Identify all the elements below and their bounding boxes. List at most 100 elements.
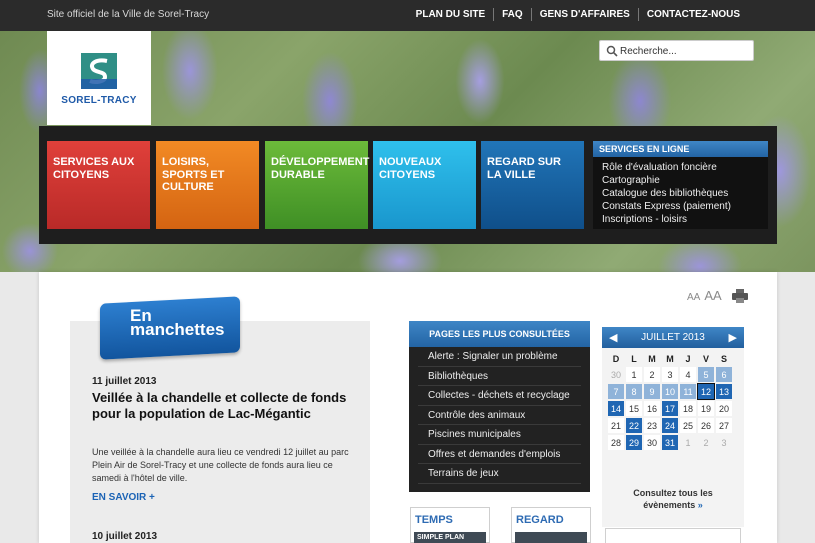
publication-title: TEMPS: [415, 514, 453, 526]
calendar-day[interactable]: 19: [698, 401, 714, 416]
menu-tile-sustainable[interactable]: DÉVELOPPEMENT DURABLE: [265, 141, 369, 229]
popular-page-link[interactable]: Collectes - déchets et recyclage: [418, 386, 581, 406]
publication-banner: SIMPLE PLAN: [414, 532, 486, 543]
online-service-link[interactable]: Rôle d'évaluation foncière: [602, 161, 759, 174]
calendar-day[interactable]: 22: [626, 418, 642, 433]
calendar-day[interactable]: 20: [716, 401, 732, 416]
publication-banner: [515, 532, 587, 543]
calendar-day[interactable]: 2: [644, 367, 660, 382]
online-services-panel: SERVICES EN LIGNE Rôle d'évaluation fonc…: [593, 141, 768, 229]
calendar-day[interactable]: 29: [626, 435, 642, 450]
calendar-day[interactable]: 13: [716, 384, 732, 399]
calendar-grid: D L M M J V S 30 1 2 3 4 5 6 7 8 9 10 11…: [606, 350, 734, 452]
site-logo[interactable]: SOREL-TRACY: [47, 31, 151, 125]
weekday-label: M: [648, 353, 656, 364]
news-date: 10 juillet 2013: [92, 531, 158, 542]
search-icon: [606, 45, 618, 57]
popular-page-link[interactable]: Offres et demandes d'emplois: [418, 445, 581, 464]
calendar-day[interactable]: 9: [644, 384, 660, 399]
calendar-day[interactable]: 5: [698, 367, 714, 382]
news-headline[interactable]: Veillée à la chandelle et collecte de fo…: [92, 390, 352, 422]
news-summary: Une veillée à la chandelle aura lieu ce …: [92, 447, 349, 483]
calendar-day[interactable]: 14: [608, 401, 624, 416]
calendar-day[interactable]: 24: [662, 418, 678, 433]
online-service-link[interactable]: Catalogue des bibliothèques: [602, 187, 759, 200]
calendar-next-icon[interactable]: ▶: [729, 331, 737, 344]
menu-tile-city-view[interactable]: REGARD SUR LA VILLE: [481, 141, 584, 229]
nav-business[interactable]: GENS D'AFFAIRES: [530, 8, 638, 21]
logo-icon: [81, 53, 117, 89]
calendar-day[interactable]: 4: [680, 367, 696, 382]
calendar-day[interactable]: 7: [608, 384, 624, 399]
publication-thumbnail-regard[interactable]: REGARD: [511, 507, 591, 543]
online-service-link[interactable]: Inscriptions - loisirs: [602, 213, 759, 226]
calendar-day-today[interactable]: 12: [697, 383, 715, 400]
nav-faq[interactable]: FAQ: [493, 8, 531, 21]
online-service-link[interactable]: Cartographie: [602, 174, 759, 187]
weekday-label: V: [702, 353, 709, 364]
page-tools: AA AA: [687, 288, 748, 303]
sidebar-widget: [605, 528, 741, 543]
events-calendar: ◀ JUILLET 2013 ▶ D L M M J V S 30 1 2 3 …: [602, 327, 744, 527]
logo-text: SOREL-TRACY: [61, 95, 137, 106]
weekday-label: J: [685, 353, 691, 364]
all-events-line2: évènements: [643, 500, 696, 510]
calendar-day[interactable]: 30: [644, 435, 660, 450]
nav-site-map[interactable]: PLAN DU SITE: [408, 8, 493, 21]
calendar-day[interactable]: 31: [662, 435, 678, 450]
calendar-day[interactable]: 10: [662, 384, 678, 399]
popular-page-link[interactable]: Contrôle des animaux: [418, 406, 581, 425]
read-more-link[interactable]: EN SAVOIR +: [92, 492, 155, 503]
menu-tile-citizens-services[interactable]: SERVICES AUX CITOYENS: [47, 141, 150, 229]
calendar-day: 1: [680, 435, 696, 450]
calendar-day[interactable]: 11: [680, 384, 696, 399]
text-size-small-button[interactable]: AA: [687, 292, 700, 303]
calendar-day[interactable]: 8: [626, 384, 642, 399]
calendar-day[interactable]: 25: [680, 418, 696, 433]
popular-page-link[interactable]: Alerte : Signaler un problème: [418, 347, 581, 367]
calendar-day[interactable]: 1: [626, 367, 642, 382]
search-box[interactable]: [599, 40, 754, 61]
online-service-link[interactable]: Constats Express (paiement): [602, 200, 759, 213]
menu-tile-leisure[interactable]: LOISIRS, SPORTS ET CULTURE: [156, 141, 259, 229]
top-nav: PLAN DU SITE FAQ GENS D'AFFAIRES CONTACT…: [408, 8, 748, 21]
popular-pages-panel: PAGES LES PLUS CONSULTÉES Alerte : Signa…: [409, 321, 590, 492]
popular-page-link[interactable]: Terrains de jeux: [418, 464, 581, 484]
calendar-day[interactable]: 16: [644, 401, 660, 416]
weekday-label: L: [631, 353, 637, 364]
popular-page-link[interactable]: Piscines municipales: [418, 425, 581, 445]
calendar-month: JUILLET 2013: [641, 332, 705, 343]
popular-pages-title: PAGES LES PLUS CONSULTÉES: [409, 321, 590, 347]
official-site-text: Site officiel de la Ville de Sorel-Tracy: [47, 9, 210, 20]
all-events-link[interactable]: Consultez tous les évènements »: [602, 487, 744, 511]
online-services-title: SERVICES EN LIGNE: [593, 141, 768, 157]
calendar-day[interactable]: 3: [662, 367, 678, 382]
weekday-label: M: [666, 353, 674, 364]
printer-icon[interactable]: [731, 289, 748, 303]
all-events-line1: Consultez tous les: [633, 488, 713, 498]
search-input[interactable]: [620, 43, 750, 59]
calendar-day[interactable]: 15: [626, 401, 642, 416]
double-chevron-right-icon: »: [697, 500, 703, 510]
weekday-label: S: [720, 353, 727, 364]
publication-title: REGARD: [516, 514, 564, 526]
calendar-day[interactable]: 26: [698, 418, 714, 433]
calendar-day[interactable]: 6: [716, 367, 732, 382]
calendar-day[interactable]: 23: [644, 418, 660, 433]
nav-contact[interactable]: CONTACTEZ-NOUS: [637, 8, 748, 21]
text-size-large-button[interactable]: AA: [704, 288, 721, 303]
calendar-day[interactable]: 27: [716, 418, 732, 433]
calendar-day[interactable]: 21: [608, 418, 624, 433]
calendar-day: 3: [716, 435, 732, 450]
calendar-day: 30: [608, 367, 624, 382]
calendar-day: 2: [698, 435, 714, 450]
publication-thumbnail-temps[interactable]: TEMPS SIMPLE PLAN: [410, 507, 490, 543]
menu-tile-new-citizens[interactable]: NOUVEAUX CITOYENS: [373, 141, 476, 229]
calendar-day[interactable]: 28: [608, 435, 624, 450]
calendar-day[interactable]: 17: [662, 401, 678, 416]
weekday-label: D: [612, 353, 620, 364]
calendar-day[interactable]: 18: [680, 401, 696, 416]
calendar-prev-icon[interactable]: ◀: [609, 331, 617, 344]
main-menu: SERVICES AUX CITOYENS LOISIRS, SPORTS ET…: [39, 126, 777, 244]
popular-page-link[interactable]: Bibliothèques: [418, 367, 581, 386]
